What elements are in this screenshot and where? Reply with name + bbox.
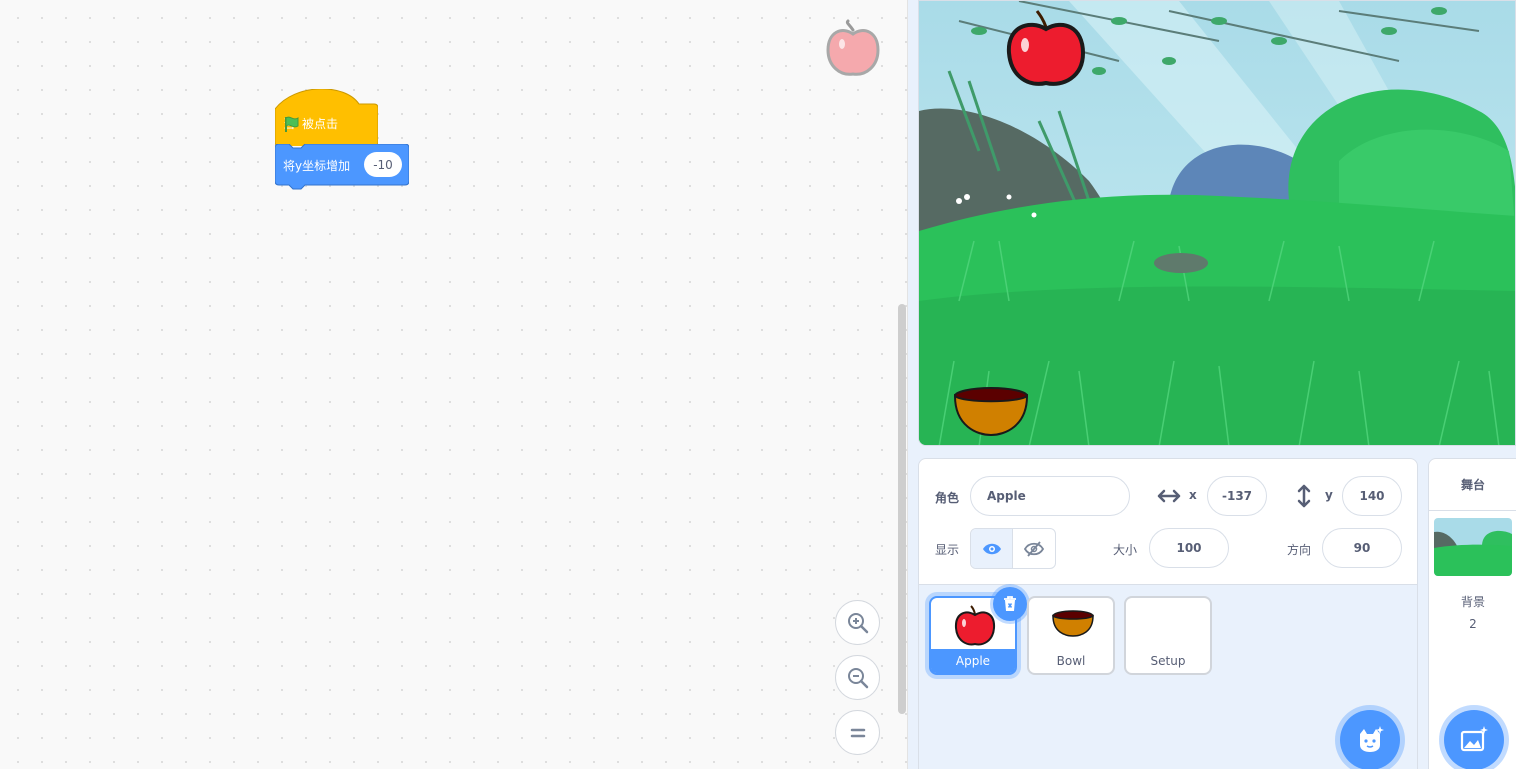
hat-clicked-text: 被点击 — [302, 117, 339, 131]
zoom-in-icon — [847, 612, 868, 633]
size-label: 大小 — [1113, 543, 1138, 557]
current-sprite-ghost-icon — [826, 19, 880, 76]
y-position-input[interactable]: 140 — [1342, 476, 1402, 516]
choose-sprite-button[interactable] — [1340, 710, 1400, 769]
green-flag-icon — [285, 116, 299, 132]
sprite-tile-label: Apple — [955, 654, 991, 668]
change-y-value-input[interactable]: -10 — [364, 152, 402, 177]
show-button[interactable] — [971, 529, 1014, 568]
backdrops-count: 2 — [1469, 617, 1477, 631]
zoom-reset-button[interactable] — [835, 710, 880, 755]
size-input[interactable]: 100 — [1149, 528, 1229, 568]
choose-backdrop-icon — [1460, 726, 1488, 752]
apple-thumbnail — [954, 605, 996, 646]
backdrop-thumbnail[interactable] — [1434, 518, 1512, 576]
x-position-input[interactable]: -137 — [1207, 476, 1267, 516]
workspace-scrollbar[interactable] — [898, 304, 906, 714]
choose-sprite-icon — [1360, 726, 1384, 752]
zoom-out-button[interactable] — [835, 655, 880, 700]
delete-sprite-button[interactable] — [993, 587, 1027, 621]
sprite-tile-label: Setup — [1150, 654, 1186, 668]
when-flag-clicked-block[interactable]: 当 被点击 — [275, 89, 378, 146]
backdrops-label: 背景 — [1460, 595, 1485, 609]
show-label: 显示 — [935, 543, 960, 557]
x-label: x — [1189, 488, 1197, 502]
stage-backdrop — [919, 1, 1515, 445]
code-workspace[interactable]: 当 被点击 将y坐标增加 -10 — [0, 0, 908, 769]
sprite-name-label: 角色 — [935, 491, 960, 505]
sprite-tile-label: Bowl — [1056, 654, 1086, 668]
direction-label: 方向 — [1287, 543, 1312, 557]
bowl-thumbnail — [1052, 610, 1094, 637]
zoom-in-button[interactable] — [835, 600, 880, 645]
trash-icon — [1004, 596, 1016, 611]
visibility-toggle — [970, 528, 1056, 569]
stage-title: 舞台 — [1429, 459, 1516, 511]
direction-input[interactable]: 90 — [1322, 528, 1402, 568]
sprite-name-input[interactable]: Apple — [970, 476, 1130, 516]
change-y-label: 将y坐标增加 — [283, 159, 351, 173]
zoom-reset-icon — [850, 728, 865, 737]
eye-icon — [982, 543, 1001, 554]
sprite-tile-apple[interactable]: Apple — [929, 587, 1027, 675]
zoom-out-icon — [847, 667, 868, 688]
eye-slash-icon — [1024, 540, 1044, 557]
y-arrows-icon — [1297, 484, 1311, 508]
choose-backdrop-button[interactable] — [1444, 710, 1504, 769]
x-arrows-icon — [1157, 489, 1181, 503]
stage-canvas[interactable] — [918, 0, 1516, 446]
hide-button[interactable] — [1013, 529, 1055, 568]
y-label: y — [1325, 488, 1333, 502]
sprite-tile-setup[interactable]: Setup — [1124, 596, 1212, 675]
sprite-tile-bowl[interactable]: Bowl — [1027, 596, 1115, 675]
sprite-info-panel: 角色 Apple x -137 y 140 显示 大小 100 方向 90 — [918, 458, 1418, 585]
change-y-block[interactable]: 将y坐标增加 -10 — [275, 144, 409, 192]
